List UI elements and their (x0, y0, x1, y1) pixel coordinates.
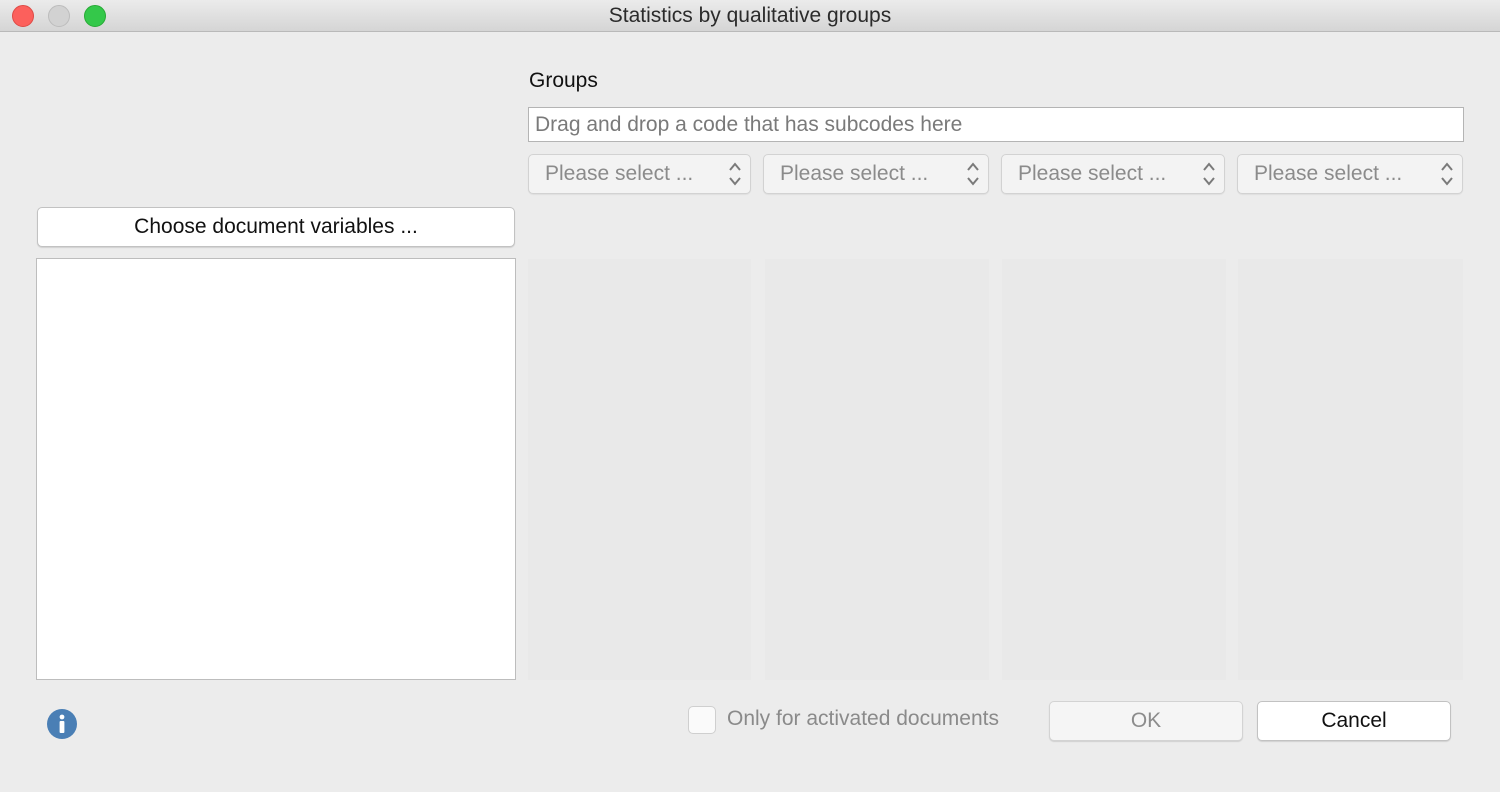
group-panel-3 (1002, 259, 1226, 680)
ok-button[interactable]: OK (1049, 701, 1243, 741)
activated-documents-label: Only for activated documents (727, 707, 999, 730)
groups-drop-field[interactable]: Drag and drop a code that has subcodes h… (528, 107, 1464, 142)
chevron-up-down-icon (729, 162, 741, 186)
group-select-4[interactable]: Please select ... (1237, 154, 1463, 194)
title-bar[interactable]: Statistics by qualitative groups (0, 0, 1500, 32)
activated-documents-checkbox[interactable] (688, 706, 716, 734)
groups-label: Groups (529, 69, 598, 92)
dialog-window: Statistics by qualitative groups Groups … (0, 0, 1500, 792)
group-select-2[interactable]: Please select ... (763, 154, 989, 194)
chevron-up-down-icon (967, 162, 979, 186)
chevron-up-down-icon (1203, 162, 1215, 186)
document-variables-list[interactable] (36, 258, 516, 680)
group-select-2-value: Please select ... (780, 162, 929, 185)
chevron-up-down-icon (1441, 162, 1453, 186)
group-panel-2 (765, 259, 989, 680)
group-select-3[interactable]: Please select ... (1001, 154, 1225, 194)
info-icon[interactable] (46, 708, 78, 740)
window-title: Statistics by qualitative groups (608, 4, 892, 27)
choose-document-variables-button[interactable]: Choose document variables ... (37, 207, 515, 247)
group-select-3-value: Please select ... (1018, 162, 1167, 185)
group-select-1[interactable]: Please select ... (528, 154, 751, 194)
group-select-4-value: Please select ... (1254, 162, 1403, 185)
group-select-1-value: Please select ... (545, 162, 694, 185)
cancel-button[interactable]: Cancel (1257, 701, 1451, 741)
group-panel-4 (1238, 259, 1463, 680)
group-panel-1 (528, 259, 751, 680)
